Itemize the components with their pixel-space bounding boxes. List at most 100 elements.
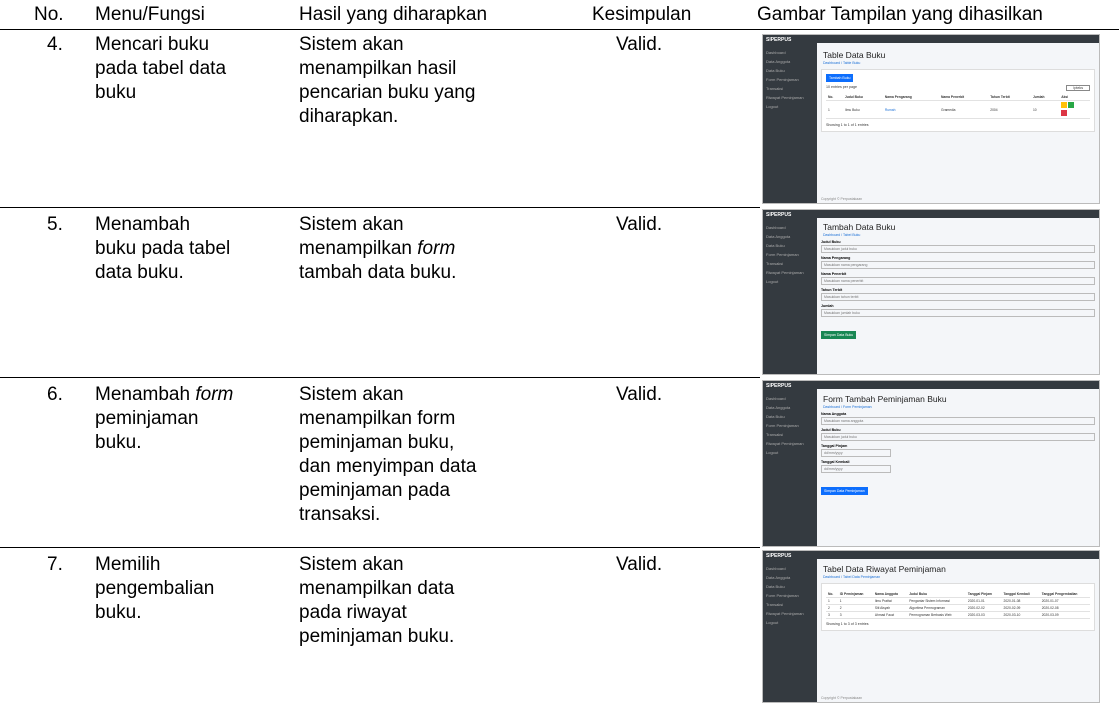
nav-item: Logout — [766, 104, 779, 109]
row-conclusion: Valid. — [616, 384, 663, 405]
cell: 1 — [837, 597, 873, 605]
topbar — [817, 381, 1099, 389]
cell: 2020-01-07 — [1039, 597, 1090, 605]
menu-line: Mencari buku — [95, 34, 210, 55]
nav-item: Riwayat Peminjaman — [766, 270, 804, 275]
sidebar-nav: Dashboard Data Anggota Data Buku Form Pe… — [763, 391, 817, 457]
table-row: 3 3 Ahmad Fauzi Pemrograman Berbasis Web… — [826, 611, 1090, 619]
cell: 2020-01-08 — [1001, 597, 1040, 605]
header-no: No. — [34, 4, 64, 25]
row-menu: Menambah form peminjaman buku. — [95, 383, 295, 455]
expected-line: peminjaman buku. — [299, 626, 455, 647]
field-label: Judul Buku — [821, 240, 841, 244]
content: Table Data Buku Dashboard / Table Buku T… — [821, 46, 1095, 203]
expected-line: dan menyimpan data — [299, 456, 477, 477]
add-icon — [1068, 102, 1075, 108]
screenshot-form-peminjaman: SIPERPUS Dashboard Data Anggota Data Buk… — [762, 380, 1100, 547]
field-label: Judul Buku — [821, 428, 841, 432]
nav-item: Riwayat Peminjaman — [766, 441, 804, 446]
menu-line: Menambah form — [95, 384, 234, 405]
cell: 2020-03-09 — [1039, 611, 1090, 619]
nav-item: Logout — [766, 450, 779, 455]
search-input: Ipteks — [1066, 85, 1090, 91]
field-label: Tahun Terbit — [821, 288, 843, 292]
cell: 1 — [826, 100, 843, 119]
content: Form Tambah Peminjaman Buku Dashboard / … — [821, 390, 1095, 546]
expected-line: tambah data buku. — [299, 262, 457, 283]
field-label: Nama Penerbit — [821, 272, 847, 276]
cell: Gramedia — [939, 100, 989, 119]
member-name-input: Masukkan nama anggota — [821, 417, 1095, 425]
row-number: 7. — [47, 554, 63, 575]
nav-item: Data Buku — [766, 584, 785, 589]
expected-line: diharapkan. — [299, 106, 399, 127]
card: Tambah Buku 10 entries per page Ipteks N… — [821, 69, 1095, 132]
cell: 2020-03-03 — [965, 611, 1002, 619]
nav-item: Logout — [766, 620, 779, 625]
add-book-button: Tambah Buku — [826, 74, 854, 82]
row-divider — [0, 377, 760, 378]
cell: 2020-02-02 — [965, 604, 1002, 612]
menu-line: pada tabel data — [95, 58, 227, 79]
nav-item: Riwayat Peminjaman — [766, 95, 804, 100]
topbar — [817, 210, 1099, 218]
books-table: No. Judul Buku Nama Pengarang Nama Pener… — [826, 94, 1090, 119]
cell: Pemrograman Berbasis Web — [907, 611, 966, 619]
row-number: 5. — [47, 214, 63, 235]
nav-item: Data Anggota — [766, 59, 791, 64]
menu-line: pengembalian — [95, 578, 215, 599]
menu-line: data buku. — [95, 262, 184, 283]
content: Tabel Data Riwayat Peminjaman Dashboard … — [821, 560, 1095, 702]
sidebar: SIPERPUS Dashboard Data Anggota Data Buk… — [763, 35, 817, 203]
field-label: Nama Anggota — [821, 412, 847, 416]
cell: Ilmu Pratiwi — [872, 597, 908, 605]
sidebar: SIPERPUS Dashboard Data Anggota Data Buk… — [763, 551, 817, 702]
nav-item: Data Buku — [766, 414, 785, 419]
footer: Copyright © Perpustakaan — [821, 696, 863, 700]
table-controls: 10 entries per page Ipteks — [826, 85, 1090, 91]
book-title-input: Masukkan judul buku — [821, 433, 1095, 441]
row-menu: Mencari buku pada tabel data buku — [95, 33, 295, 105]
cell: 2 — [837, 604, 873, 612]
sidebar-nav: Dashboard Data Anggota Data Buku Form Pe… — [763, 561, 817, 627]
page-title: Tambah Data Buku — [823, 222, 896, 232]
table-header: No. Menu/Fungsi Hasil yang diharapkan Ke… — [0, 4, 1119, 30]
nav-item: Data Buku — [766, 243, 785, 248]
row-divider — [0, 547, 760, 548]
breadcrumb: Dashboard / Tabel Buku — [823, 233, 861, 237]
cell: 2020-02-08 — [1039, 604, 1090, 612]
screenshot-tambah-data-buku: SIPERPUS Dashboard Data Anggota Data Buk… — [762, 209, 1100, 375]
row-menu: Memilih pengembalian buku. — [95, 553, 295, 625]
nav-item: Riwayat Peminjaman — [766, 611, 804, 616]
expected-line: pencarian buku yang — [299, 82, 476, 103]
cell: Rumah — [882, 100, 940, 119]
nav-item: Form Peminjaman — [766, 593, 799, 598]
row-expected: Sistem akan menampilkan hasil pencarian … — [299, 33, 589, 129]
screenshot-riwayat-peminjaman: SIPERPUS Dashboard Data Anggota Data Buk… — [762, 550, 1100, 703]
cell: 2004 — [988, 100, 1031, 119]
nav-item: Data Buku — [766, 68, 785, 73]
table-row: 1 Ilmu Buku Rumah Gramedia 2004 10 — [826, 100, 1090, 119]
nav-item: Transaksi — [766, 261, 784, 266]
nav-item: Data Anggota — [766, 405, 791, 410]
header-expected: Hasil yang diharapkan — [299, 4, 488, 25]
cell: Siti Aisyah — [872, 604, 908, 612]
expected-line: pada riwayat — [299, 602, 407, 623]
nav-item: Data Anggota — [766, 234, 791, 239]
cell: 3 — [837, 611, 873, 619]
table-row: 2 2 Siti Aisyah Algoritma Pemrograman 20… — [826, 604, 1090, 612]
year-input: Masukkan tahun terbit — [821, 293, 1095, 301]
page-title: Form Tambah Peminjaman Buku — [823, 394, 947, 404]
publisher-input: Masukkan nama penerbit — [821, 277, 1095, 285]
field-label: Nama Pengarang — [821, 256, 851, 260]
nav-item: Form Peminjaman — [766, 423, 799, 428]
row-divider — [0, 207, 760, 208]
save-loan-button: Simpan Data Peminjaman — [821, 487, 868, 495]
menu-line: Menambah — [95, 214, 191, 235]
expected-line: transaksi. — [299, 504, 381, 525]
brand: SIPERPUS — [766, 212, 792, 218]
header-conclusion: Kesimpulan — [592, 4, 692, 25]
cell: Ilmu Buku — [842, 100, 883, 119]
cell: Algoritma Pemrograman — [907, 604, 966, 612]
breadcrumb: Dashboard / Tabel Data Peminjaman — [823, 575, 881, 579]
